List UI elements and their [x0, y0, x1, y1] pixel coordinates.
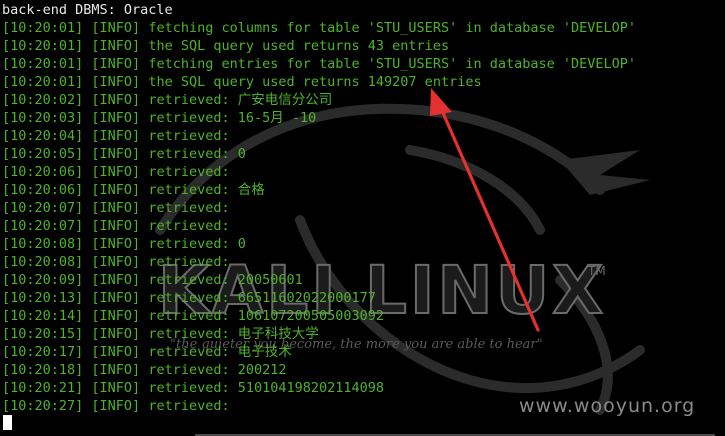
log-timestamp: [10:20:27] [2, 398, 84, 414]
log-message: retrieved: [148, 164, 230, 180]
log-line: [10:20:07] [INFO] retrieved: [2, 199, 725, 217]
log-timestamp: [10:20:01] [2, 20, 84, 36]
log-level: [INFO] [91, 290, 141, 306]
log-timestamp: [10:20:01] [2, 74, 84, 90]
terminal-output[interactable]: back-end DBMS: Oracle [10:20:01] [INFO] … [2, 1, 725, 415]
log-line: [10:20:01] [INFO] the SQL query used ret… [2, 37, 725, 55]
dbms-header: back-end DBMS: Oracle [2, 2, 173, 18]
log-timestamp: [10:20:17] [2, 344, 84, 360]
log-timestamp: [10:20:07] [2, 200, 84, 216]
log-line: [10:20:15] [INFO] retrieved: 电子科技大学 [2, 325, 725, 343]
wooyun-watermark: www.wooyun.org [519, 395, 696, 417]
log-level: [INFO] [91, 146, 141, 162]
terminal-window[interactable]: KALI LINUX TM "the quieter you become, t… [0, 0, 725, 436]
log-level: [INFO] [91, 200, 141, 216]
log-timestamp: [10:20:06] [2, 164, 84, 180]
log-lines: [10:20:01] [INFO] fetching columns for t… [2, 19, 725, 415]
log-message: retrieved: [148, 128, 230, 144]
log-message: retrieved: [148, 218, 230, 234]
log-line: [10:20:03] [INFO] retrieved: 16-5月 -10 [2, 109, 725, 127]
log-timestamp: [10:20:02] [2, 92, 84, 108]
log-message: retrieved: 合格 [148, 182, 265, 198]
log-line: [10:20:01] [INFO] the SQL query used ret… [2, 73, 725, 91]
log-message: retrieved: [148, 398, 230, 414]
log-level: [INFO] [91, 20, 141, 36]
log-line: [10:20:09] [INFO] retrieved: 20050601 [2, 271, 725, 289]
log-timestamp: [10:20:06] [2, 182, 84, 198]
log-message: retrieved: [148, 254, 230, 270]
log-timestamp: [10:20:05] [2, 146, 84, 162]
log-timestamp: [10:20:03] [2, 110, 84, 126]
log-timestamp: [10:20:13] [2, 290, 84, 306]
log-message: fetching entries for table 'STU_USERS' i… [148, 56, 637, 72]
log-level: [INFO] [91, 254, 141, 270]
log-timestamp: [10:20:01] [2, 38, 84, 54]
log-timestamp: [10:20:14] [2, 308, 84, 324]
log-level: [INFO] [91, 218, 141, 234]
log-message: retrieved: 510104198202114098 [148, 380, 385, 396]
log-message: the SQL query used returns 149207 entrie… [148, 74, 482, 90]
block-cursor-icon [3, 415, 12, 430]
log-level: [INFO] [91, 326, 141, 342]
log-level: [INFO] [91, 362, 141, 378]
log-timestamp: [10:20:18] [2, 362, 84, 378]
log-line: [10:20:17] [INFO] retrieved: 电子技术 [2, 343, 725, 361]
log-line: [10:20:01] [INFO] fetching entries for t… [2, 55, 725, 73]
log-message: retrieved: 66511602022000177 [148, 290, 376, 306]
log-message: retrieved: 电子科技大学 [148, 326, 319, 342]
log-timestamp: [10:20:08] [2, 254, 84, 270]
log-message: the SQL query used returns 43 entries [148, 38, 450, 54]
log-message: fetching columns for table 'STU_USERS' i… [148, 20, 637, 36]
log-level: [INFO] [91, 128, 141, 144]
log-level: [INFO] [91, 308, 141, 324]
log-line: [10:20:14] [INFO] retrieved: 10610720050… [2, 307, 725, 325]
log-line: [10:20:06] [INFO] retrieved: 合格 [2, 181, 725, 199]
log-timestamp: [10:20:09] [2, 272, 84, 288]
log-message: retrieved: 0 [148, 146, 246, 162]
log-line: [10:20:13] [INFO] retrieved: 66511602022… [2, 289, 725, 307]
log-level: [INFO] [91, 182, 141, 198]
log-level: [INFO] [91, 236, 141, 252]
log-line: [10:20:07] [INFO] retrieved: [2, 217, 725, 235]
log-level: [INFO] [91, 92, 141, 108]
log-line: [10:20:08] [INFO] retrieved: [2, 253, 725, 271]
log-timestamp: [10:20:21] [2, 380, 84, 396]
log-level: [INFO] [91, 164, 141, 180]
log-line: [10:20:02] [INFO] retrieved: 广安电信分公司 [2, 91, 725, 109]
log-level: [INFO] [91, 380, 141, 396]
log-level: [INFO] [91, 344, 141, 360]
log-message: retrieved: [148, 200, 230, 216]
log-timestamp: [10:20:08] [2, 236, 84, 252]
log-line: [10:20:08] [INFO] retrieved: 0 [2, 235, 725, 253]
log-line: [10:20:05] [INFO] retrieved: 0 [2, 145, 725, 163]
log-timestamp: [10:20:04] [2, 128, 84, 144]
log-message: retrieved: 0 [148, 236, 246, 252]
log-level: [INFO] [91, 38, 141, 54]
log-line: [10:20:01] [INFO] fetching columns for t… [2, 19, 725, 37]
log-line: [10:20:18] [INFO] retrieved: 200212 [2, 361, 725, 379]
log-message: retrieved: 20050601 [148, 272, 303, 288]
log-message: retrieved: 106107200505003092 [148, 308, 385, 324]
log-timestamp: [10:20:01] [2, 56, 84, 72]
log-level: [INFO] [91, 398, 141, 414]
log-level: [INFO] [91, 56, 141, 72]
log-message: retrieved: 200212 [148, 362, 287, 378]
log-timestamp: [10:20:15] [2, 326, 84, 342]
log-message: retrieved: 广安电信分公司 [148, 92, 333, 108]
log-level: [INFO] [91, 74, 141, 90]
log-timestamp: [10:20:07] [2, 218, 84, 234]
log-message: retrieved: 电子技术 [148, 344, 292, 360]
log-line: [10:20:06] [INFO] retrieved: [2, 163, 725, 181]
log-line: [10:20:04] [INFO] retrieved: [2, 127, 725, 145]
log-message: retrieved: 16-5月 -10 [148, 110, 317, 126]
log-level: [INFO] [91, 110, 141, 126]
log-level: [INFO] [91, 272, 141, 288]
